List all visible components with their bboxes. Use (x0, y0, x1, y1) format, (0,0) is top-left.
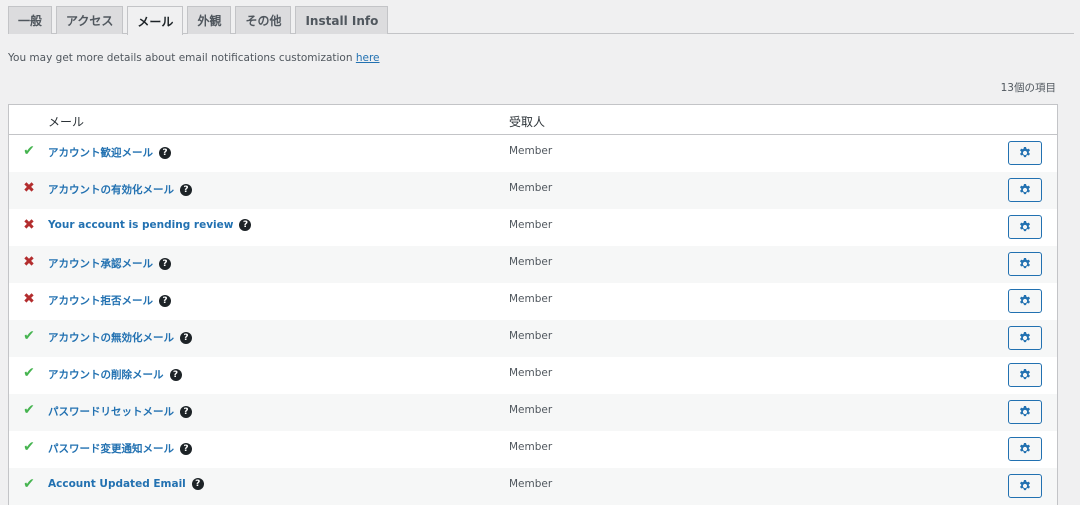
table-row: ✖ アカウント拒否メール? Member (9, 283, 1057, 320)
tab-general[interactable]: 一般 (8, 6, 53, 34)
email-name-link[interactable]: Your account is pending review (48, 219, 233, 231)
help-icon[interactable]: ? (159, 146, 171, 159)
email-name-link[interactable]: アカウント歓迎メール (48, 145, 153, 160)
settings-button[interactable] (1008, 474, 1042, 498)
cross-icon: ✖ (23, 291, 35, 307)
settings-button[interactable] (1008, 363, 1042, 387)
recipient-cell: Member (509, 478, 553, 490)
table-row: ✔ パスワードリセットメール? Member (9, 394, 1057, 431)
tab-access[interactable]: アクセス (56, 6, 124, 34)
table-row: ✖ Your account is pending review? Member (9, 209, 1057, 246)
email-notifications-table: メール 受取人 ✔ アカウント歓迎メール? Member ✖ アカウントの有効化メール?… (8, 104, 1058, 505)
table-body: ✔ アカウント歓迎メール? Member ✖ アカウントの有効化メール? Member ✖ Y… (9, 135, 1057, 505)
gear-icon (1020, 480, 1030, 491)
gear-icon (1020, 369, 1030, 380)
email-name-cell: アカウント承認メール? (48, 256, 171, 271)
column-header-email: メール (48, 115, 85, 129)
table-row: ✔ アカウントの無効化メール? Member (9, 320, 1057, 357)
email-name-cell: Your account is pending review? (48, 219, 252, 231)
settings-button[interactable] (1008, 400, 1042, 424)
table-row: ✔ アカウントの削除メール? Member (9, 357, 1057, 394)
help-icon[interactable]: ? (180, 183, 192, 196)
table-row: ✖ アカウント承認メール? Member (9, 246, 1057, 283)
checkmark-icon: ✔ (23, 143, 35, 159)
email-name-link[interactable]: パスワード変更通知メール (48, 441, 174, 456)
help-icon[interactable]: ? (191, 478, 204, 490)
recipient-cell: Member (509, 404, 553, 416)
info-here-link[interactable]: here (356, 52, 380, 64)
checkmark-icon: ✔ (23, 402, 35, 418)
recipient-cell: Member (509, 330, 553, 342)
recipient-cell: Member (509, 219, 553, 231)
email-name-cell: アカウントの削除メール? (48, 367, 182, 382)
checkmark-icon: ✔ (23, 476, 35, 492)
recipient-cell: Member (509, 145, 553, 157)
cross-icon: ✖ (23, 180, 35, 196)
settings-tabs: 一般 アクセス メール 外観 その他 Install Info (8, 6, 1074, 35)
cross-icon: ✖ (23, 217, 35, 233)
help-icon[interactable]: ? (169, 368, 182, 381)
settings-button[interactable] (1008, 215, 1042, 239)
gear-icon (1020, 221, 1030, 232)
recipient-cell: Member (509, 441, 553, 453)
gear-icon (1020, 406, 1030, 417)
help-icon[interactable]: ? (159, 257, 171, 270)
settings-button[interactable] (1008, 289, 1042, 313)
gear-icon (1020, 258, 1030, 269)
help-icon[interactable]: ? (180, 405, 192, 418)
email-name-link[interactable]: アカウント拒否メール (48, 293, 153, 308)
tab-appearance[interactable]: 外観 (187, 6, 232, 34)
tab-email[interactable]: メール (127, 6, 184, 35)
checkmark-icon: ✔ (23, 439, 35, 455)
email-name-link[interactable]: パスワードリセットメール (48, 404, 174, 419)
email-name-link[interactable]: アカウントの有効化メール (48, 182, 174, 197)
items-count: 13個の項目 (1000, 82, 1056, 94)
settings-button[interactable] (1008, 437, 1042, 461)
settings-button[interactable] (1008, 141, 1042, 165)
gear-icon (1020, 443, 1030, 454)
help-icon[interactable]: ? (239, 219, 252, 231)
table-header: メール 受取人 (9, 105, 1057, 135)
checkmark-icon: ✔ (23, 328, 35, 344)
tab-misc[interactable]: その他 (235, 6, 292, 34)
email-name-link[interactable]: アカウントの削除メール (48, 367, 164, 382)
recipient-cell: Member (509, 256, 553, 268)
email-name-cell: アカウントの有効化メール? (48, 182, 192, 197)
tab-install-info[interactable]: Install Info (295, 6, 389, 34)
email-name-cell: アカウント拒否メール? (48, 293, 171, 308)
gear-icon (1020, 295, 1030, 306)
checkmark-icon: ✔ (23, 365, 35, 381)
customization-info: You may get more details about email not… (8, 52, 380, 64)
settings-button[interactable] (1008, 178, 1042, 202)
email-name-cell: アカウント歓迎メール? (48, 145, 171, 160)
table-row: ✔ Account Updated Email? Member (9, 468, 1057, 505)
email-name-cell: アカウントの無効化メール? (48, 330, 192, 345)
recipient-cell: Member (509, 182, 553, 194)
table-row: ✖ アカウントの有効化メール? Member (9, 172, 1057, 209)
email-name-cell: パスワード変更通知メール? (48, 441, 192, 456)
help-icon[interactable]: ? (180, 442, 192, 455)
email-name-link[interactable]: アカウントの無効化メール (48, 330, 174, 345)
cross-icon: ✖ (23, 254, 35, 270)
recipient-cell: Member (509, 293, 553, 305)
settings-button[interactable] (1008, 326, 1042, 350)
email-name-link[interactable]: アカウント承認メール (48, 256, 153, 271)
table-row: ✔ アカウント歓迎メール? Member (9, 135, 1057, 172)
help-icon[interactable]: ? (180, 331, 192, 344)
gear-icon (1020, 184, 1030, 195)
email-name-link[interactable]: Account Updated Email (48, 478, 186, 490)
table-row: ✔ パスワード変更通知メール? Member (9, 431, 1057, 468)
column-header-recipient: 受取人 (509, 115, 546, 129)
recipient-cell: Member (509, 367, 553, 379)
settings-button[interactable] (1008, 252, 1042, 276)
help-icon[interactable]: ? (159, 294, 171, 307)
gear-icon (1020, 332, 1030, 343)
email-name-cell: パスワードリセットメール? (48, 404, 192, 419)
gear-icon (1020, 147, 1030, 158)
email-name-cell: Account Updated Email? (48, 478, 204, 490)
info-text: You may get more details about email not… (8, 52, 356, 64)
